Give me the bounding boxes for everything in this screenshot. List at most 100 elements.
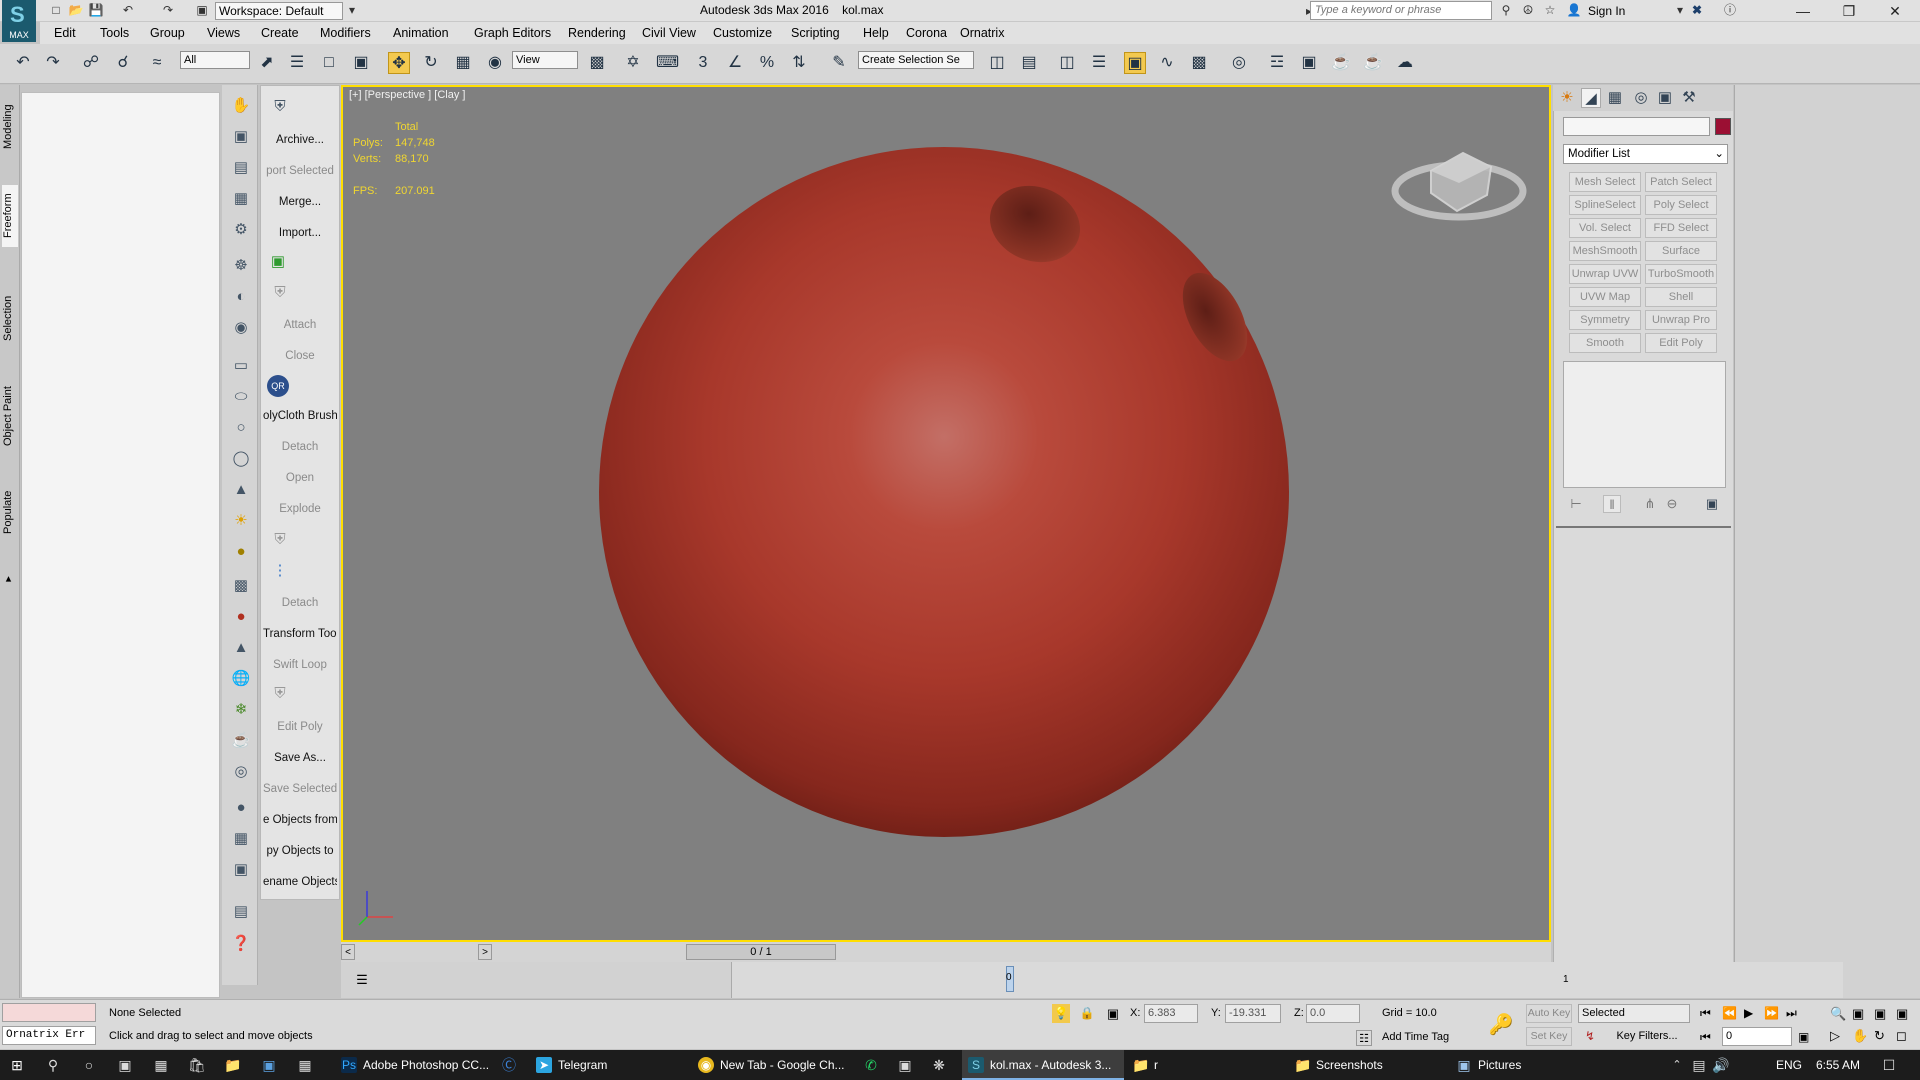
default-in-out-tangents-icon[interactable]: ↯ (1582, 1028, 1598, 1044)
manipulate-icon[interactable]: ✡ (622, 52, 644, 74)
polycloth-brush-button[interactable]: olyCloth Brush (263, 406, 337, 426)
modifier-list-dropdown[interactable]: Modifier List ⌄ (1563, 144, 1728, 164)
swift-loop-button[interactable]: Swift Loop (263, 655, 337, 675)
unwrap-uvw-button[interactable]: Unwrap UVW (1569, 264, 1641, 284)
layers-icon[interactable]: ▤ (230, 157, 252, 179)
lock-selection-icon[interactable]: 🔒 (1078, 1004, 1096, 1023)
modifier-stack[interactable] (1563, 361, 1726, 488)
window-crossing-icon[interactable]: ▣ (350, 52, 372, 74)
go-to-start-icon[interactable]: ⏮ (1700, 1006, 1711, 1021)
remove-modifier-icon[interactable]: ⊖ (1663, 495, 1681, 513)
previous-frame-icon[interactable]: ⏪ (1722, 1006, 1737, 1020)
tab-modeling[interactable]: Modeling (2, 97, 18, 157)
angle-snap-icon[interactable]: ∠ (724, 52, 746, 74)
windows-start-icon[interactable]: ⊞ (8, 1056, 26, 1074)
material-editor-icon[interactable]: ◎ (1228, 52, 1250, 74)
curve-editor-icon[interactable]: ∿ (1156, 52, 1178, 74)
rectangular-selection-icon[interactable]: □ (318, 52, 340, 74)
maximize-viewport-icon[interactable]: ◻ (1896, 1028, 1907, 1044)
x-coordinate-input[interactable]: 6.383 (1144, 1004, 1198, 1023)
close-button[interactable]: ✕ (1872, 0, 1918, 22)
time-slider-right-icon[interactable]: > (478, 944, 492, 960)
smooth-button[interactable]: Smooth (1569, 333, 1641, 353)
merge-objects-icon[interactable]: ▦ (230, 828, 252, 850)
sphere-blue-icon[interactable]: ● (230, 797, 252, 819)
merge-button[interactable]: Merge... (263, 192, 337, 212)
zoom-extents-all-icon[interactable]: ▣ (1896, 1006, 1908, 1022)
utility-icon[interactable]: ▤ (230, 901, 252, 923)
speaker-icon[interactable]: ◐ (230, 286, 252, 308)
add-time-tag-button[interactable]: Add Time Tag (1382, 1031, 1449, 1043)
calculator-icon[interactable]: ▦ (152, 1056, 170, 1074)
object-color-swatch[interactable] (1715, 118, 1731, 135)
next-frame-icon[interactable]: ⏩ (1764, 1006, 1779, 1020)
uvw-map-button[interactable]: UVW Map (1569, 287, 1641, 307)
modify-tab-icon[interactable]: ◢ (1581, 88, 1601, 108)
import-button[interactable]: Import... (263, 223, 337, 243)
tab-freeform[interactable]: Freeform (2, 185, 18, 247)
hand-icon[interactable]: ✋ (230, 95, 252, 117)
symmetry-button[interactable]: Symmetry (1569, 310, 1641, 330)
sphere-icon[interactable]: ○ (230, 417, 252, 439)
material-ball-icon[interactable]: ● (230, 606, 252, 628)
menu-corona[interactable]: Corona (906, 26, 947, 40)
turbosmooth-button[interactable]: TurboSmooth (1645, 264, 1717, 284)
make-unique-icon[interactable]: ⋔ (1641, 495, 1659, 513)
poly-select-button[interactable]: Poly Select (1645, 195, 1717, 215)
menu-animation[interactable]: Animation (393, 26, 449, 40)
percent-snap-icon[interactable]: % (756, 52, 778, 74)
isolate-selection-icon[interactable]: 💡 (1052, 1004, 1070, 1023)
toggle-ribbon-icon[interactable]: ▣ (1124, 52, 1146, 74)
disc-icon[interactable]: ⬭ (230, 386, 252, 408)
select-and-place-icon[interactable]: ◉ (484, 52, 506, 74)
object-name-field[interactable] (1563, 117, 1710, 136)
spinner-snap-icon[interactable]: ⇅ (788, 52, 810, 74)
shield-icon[interactable]: ⛨ (269, 96, 291, 118)
render-iterative-icon[interactable]: ☕ (1362, 52, 1384, 74)
archive-button[interactable]: Archive... (263, 130, 337, 150)
green-screen-icon[interactable]: ▣ (267, 251, 289, 273)
action-center-icon[interactable]: ☐ (1880, 1056, 1898, 1074)
edit-named-selection-icon[interactable]: ✎ (828, 52, 850, 74)
sign-in-button[interactable]: Sign In (1588, 4, 1625, 18)
plane-icon[interactable]: ▭ (230, 355, 252, 377)
track-bar-ruler[interactable]: 0 1 (731, 962, 1843, 998)
grass-icon[interactable]: ❄ (230, 699, 252, 721)
link-icon[interactable]: ☍ (80, 52, 102, 74)
tree-icon[interactable]: ▲ (230, 637, 252, 659)
key-filters-button[interactable]: Key Filters... (1604, 1027, 1690, 1046)
taskbar-app-chrome[interactable]: ◉ New Tab - Google Ch... (692, 1050, 852, 1080)
taskbar-app-photoshop[interactable]: Ps Adobe Photoshop CC... (335, 1050, 493, 1080)
search-icon[interactable]: ⚲ (44, 1056, 62, 1074)
select-object-icon[interactable]: ⬈ (256, 52, 278, 74)
maxscript-listener-top[interactable] (2, 1003, 96, 1022)
zoom-icon[interactable]: 🔍 (1830, 1006, 1846, 1022)
schematic-view-icon[interactable]: ▩ (1188, 52, 1210, 74)
shield-disabled-icon[interactable]: ⛨ (269, 282, 291, 304)
field-of-view-icon[interactable]: ▷ (1830, 1028, 1840, 1044)
ffd-select-button[interactable]: FFD Select (1645, 218, 1717, 238)
toggle-scene-explorer-icon[interactable]: ◫ (1056, 52, 1078, 74)
motion-tab-icon[interactable]: ◎ (1631, 88, 1651, 108)
menu-civil-view[interactable]: Civil View (642, 26, 696, 40)
mirror-icon[interactable]: ◫ (986, 52, 1008, 74)
edit-poly-modifier-button[interactable]: Edit Poly (1645, 333, 1717, 353)
minimize-button[interactable]: — (1780, 0, 1826, 22)
transform-tool-button[interactable]: Transform Tool (263, 624, 337, 644)
perspective-viewport[interactable]: [+] [Perspective ] [Clay ] Total Polys: … (341, 85, 1551, 942)
show-end-result-icon[interactable]: ‖ (1603, 495, 1621, 513)
menu-create[interactable]: Create (261, 26, 299, 40)
select-and-rotate-icon[interactable]: ↻ (420, 52, 442, 74)
utilities-tab-icon[interactable]: ⚒ (1679, 88, 1699, 108)
merge-objects-from-button[interactable]: e Objects from (263, 810, 337, 830)
globe-icon[interactable]: 🌐 (230, 668, 252, 690)
save-selected-button[interactable]: Save Selected (263, 779, 337, 799)
unwrap-pro-button[interactable]: Unwrap Pro (1645, 310, 1717, 330)
meshsmooth-button[interactable]: MeshSmooth (1569, 241, 1641, 261)
render-in-cloud-icon[interactable]: ☁ (1394, 52, 1416, 74)
y-coordinate-input[interactable]: -19.331 (1225, 1004, 1281, 1023)
edit-poly-icon[interactable]: ⛨ (269, 683, 291, 705)
explode-button[interactable]: Explode (263, 499, 337, 519)
language-indicator[interactable]: ENG (1776, 1058, 1802, 1072)
auto-key-button[interactable]: Auto Key (1526, 1004, 1572, 1023)
